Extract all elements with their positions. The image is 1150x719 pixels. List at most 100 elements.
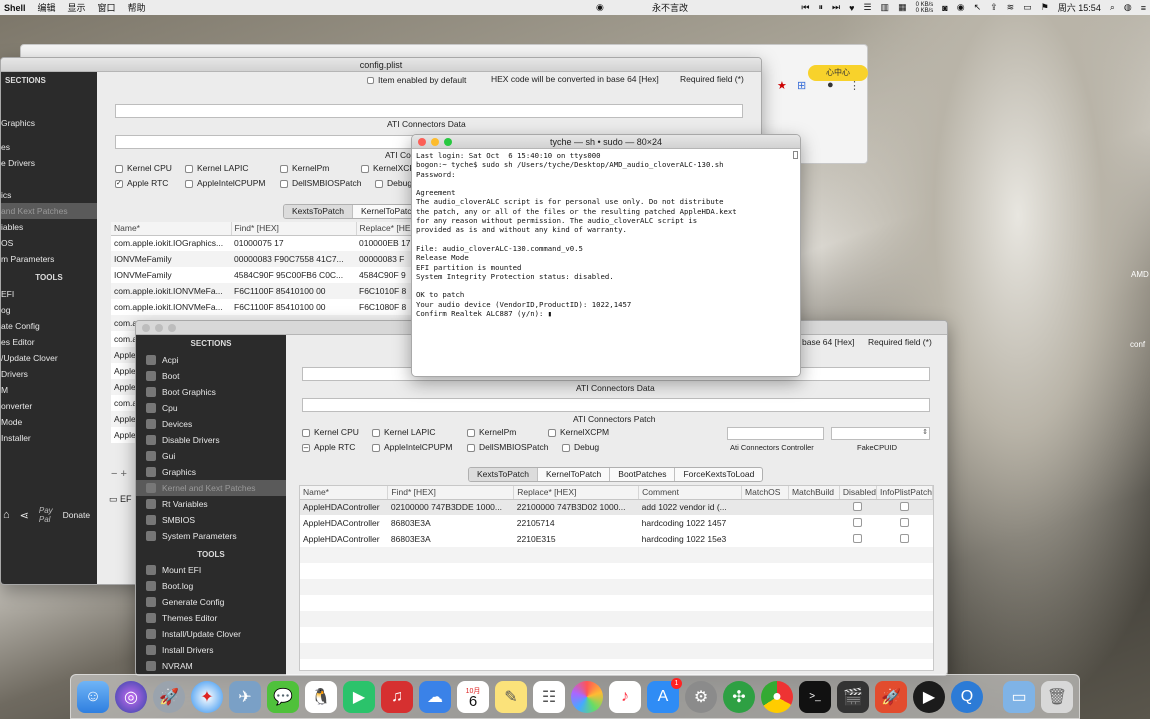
checkbox-checked[interactable]: ✓ xyxy=(115,179,123,188)
checkbox[interactable] xyxy=(548,428,556,437)
terminal-output[interactable]: Last login: Sat Oct 6 15:40:10 on ttys00… xyxy=(412,149,800,376)
translate-icon[interactable]: ⊞ xyxy=(797,79,806,92)
cursor-icon[interactable]: ↖ xyxy=(974,2,982,13)
fake-cpuid-field[interactable]: ⇕ xyxy=(831,427,930,440)
final-cut-icon[interactable]: 🎬 xyxy=(837,680,869,713)
menu-window[interactable]: 窗口 xyxy=(98,1,116,14)
table-row[interactable]: AppleHDAController 02100000 747B3DDE 1000… xyxy=(300,499,933,515)
checkbox[interactable] xyxy=(372,428,380,437)
sidebar-item-smbios[interactable]: SMBIOS xyxy=(136,512,286,528)
check-apple-rtc[interactable]: ✓ Apple RTC xyxy=(115,178,168,188)
qq-icon[interactable]: 🐧 xyxy=(305,680,337,713)
table-row[interactable]: com.apple.iokit.IOGraphics... 01000075 17… xyxy=(111,235,421,251)
app-store-icon[interactable]: A1 xyxy=(647,677,682,713)
tool-boot-log[interactable]: og xyxy=(1,302,97,318)
sidebar-item-boot[interactable]: Boot xyxy=(136,368,286,384)
heart-icon[interactable]: ♥ xyxy=(849,3,854,13)
stepper-icon[interactable]: ⇕ xyxy=(922,428,928,436)
flag-icon[interactable]: ⚑ xyxy=(1041,2,1049,13)
sidebar-item-ics[interactable]: ics xyxy=(1,187,97,203)
col-find[interactable]: Find* [HEX] xyxy=(231,222,357,236)
checkbox[interactable] xyxy=(372,443,380,452)
check-kernelpm[interactable]: KernelPm xyxy=(467,427,516,437)
check-debug[interactable]: Debug xyxy=(562,442,599,452)
sidebar-item-parameters[interactable]: m Parameters xyxy=(1,251,97,267)
tool-item-generate-config[interactable]: Generate Config xyxy=(136,594,286,610)
prev-track-icon[interactable]: ⏮ xyxy=(801,2,809,13)
tool-installer[interactable]: Installer xyxy=(1,430,97,446)
trash-icon[interactable]: 🗑 xyxy=(1041,680,1073,713)
check-kernel-cpu[interactable]: Kernel CPU xyxy=(115,163,172,173)
safari-icon[interactable]: ✦ xyxy=(191,680,223,713)
check-kernelpm[interactable]: KernelPm xyxy=(280,163,329,173)
tool-item-nvram[interactable]: NVRAM xyxy=(136,658,286,674)
table-row[interactable]: AppleHDAController 86803E3A 2210E315 hardco… xyxy=(300,531,933,547)
share-icon[interactable]: ⋖ xyxy=(20,509,29,522)
check-appleintelcpupm[interactable]: AppleIntelCPUPM xyxy=(185,178,266,188)
zoom-button[interactable] xyxy=(444,138,452,146)
sidebar-item-disable-drivers[interactable]: Disable Drivers xyxy=(136,432,286,448)
col-name[interactable]: Name* xyxy=(111,222,232,236)
col-comment[interactable]: Comment xyxy=(638,486,743,500)
check-dellsmbiospatch[interactable]: DellSMBIOSPatch xyxy=(280,178,361,188)
check-debug[interactable]: Debug xyxy=(375,178,412,188)
sidebar-item-gui[interactable]: Gui xyxy=(136,448,286,464)
photos-icon[interactable] xyxy=(571,680,603,713)
sidebar-item-graphics[interactable]: Graphics xyxy=(136,464,286,480)
reminders-icon[interactable]: ☷ xyxy=(533,680,565,713)
sidebar-item-es[interactable]: es xyxy=(1,139,97,155)
checkbox[interactable] xyxy=(361,164,369,173)
checkbox[interactable] xyxy=(185,179,193,188)
next-track-icon[interactable]: ⏭ xyxy=(832,2,840,13)
tool-item-install-drivers[interactable]: Install Drivers xyxy=(136,642,286,658)
minimize-button[interactable] xyxy=(155,324,163,332)
now-playing-title[interactable]: 永不言改 xyxy=(652,1,688,14)
table-row[interactable]: AppleHDAController 86803E3A 22105714 hardco… xyxy=(300,515,933,531)
zoom-button[interactable] xyxy=(168,324,176,332)
sidebar-item-devices[interactable]: Devices xyxy=(136,416,286,432)
eye-icon[interactable]: ◉ xyxy=(957,2,965,13)
table-row[interactable]: com.apple.iokit.IONVMeFa... F6C1100F 8541… xyxy=(111,283,421,299)
checkbox[interactable] xyxy=(467,443,475,452)
sidebar-item-smbios[interactable]: OS xyxy=(1,235,97,251)
media-player-icon[interactable]: ▶ xyxy=(913,680,945,713)
checkbox[interactable] xyxy=(562,443,570,452)
netease-music-icon[interactable]: ♫ xyxy=(381,680,413,713)
pause-icon[interactable]: ⏸ xyxy=(819,2,824,13)
grid-icon[interactable]: ▦ xyxy=(898,2,907,13)
tool-item-install-update-clover[interactable]: Install/Update Clover xyxy=(136,626,286,642)
tool-item-boot-log[interactable]: Boot.log xyxy=(136,578,286,594)
col-matchbuild[interactable]: MatchBuild xyxy=(788,486,840,500)
desktop-label-conf[interactable]: conf xyxy=(1130,340,1145,349)
tab-bootpatches[interactable]: BootPatches xyxy=(610,468,676,481)
camera-icon[interactable]: ◙ xyxy=(942,3,947,13)
check-kernelxcpm[interactable]: KernelXCP xyxy=(361,163,415,173)
infoplistpatch-checkbox[interactable] xyxy=(900,533,909,543)
sidebar-item-variables[interactable]: iables xyxy=(1,219,97,235)
col-replace[interactable]: Replace* [HEX] xyxy=(513,486,640,500)
siri-icon[interactable]: ◎ xyxy=(115,680,147,713)
ati-data-field[interactable] xyxy=(115,104,743,118)
tool-nvram[interactable]: M xyxy=(1,382,97,398)
back-efi-stub[interactable]: ▭ EF xyxy=(109,494,132,505)
battery-icon[interactable]: ▭ xyxy=(1023,2,1032,13)
checkbox[interactable] xyxy=(467,428,475,437)
wifi-icon[interactable]: ≋ xyxy=(1007,2,1015,13)
disabled-checkbox[interactable] xyxy=(853,533,863,543)
list-icon[interactable]: ☰ xyxy=(863,2,871,13)
bookmark-star-icon[interactable]: ★ xyxy=(777,79,787,92)
checkbox[interactable] xyxy=(280,179,288,188)
col-find[interactable]: Find* [HEX] xyxy=(387,486,515,500)
preview-icon[interactable]: ✈ xyxy=(229,680,261,713)
checkbox[interactable] xyxy=(185,164,193,173)
col-matchos[interactable]: MatchOS xyxy=(741,486,789,500)
table-row[interactable]: com.apple.iokit.IONVMeFa... F6C1100F 8541… xyxy=(111,299,421,315)
infoplistpatch-checkbox[interactable] xyxy=(900,501,909,511)
check-kernel-lapic[interactable]: Kernel LAPIC xyxy=(185,163,249,173)
tab-kerneltopatch[interactable]: KernelToPatc xyxy=(353,205,420,218)
checkbox[interactable] xyxy=(280,164,288,173)
itunes-icon[interactable]: ♪ xyxy=(609,680,641,713)
check-dellsmbiospatch[interactable]: DellSMBIOSPatch xyxy=(467,442,548,452)
tool-generate-config[interactable]: ate Config xyxy=(1,318,97,334)
network-speed[interactable]: 0 KB/s 0 KB/s xyxy=(916,2,934,14)
